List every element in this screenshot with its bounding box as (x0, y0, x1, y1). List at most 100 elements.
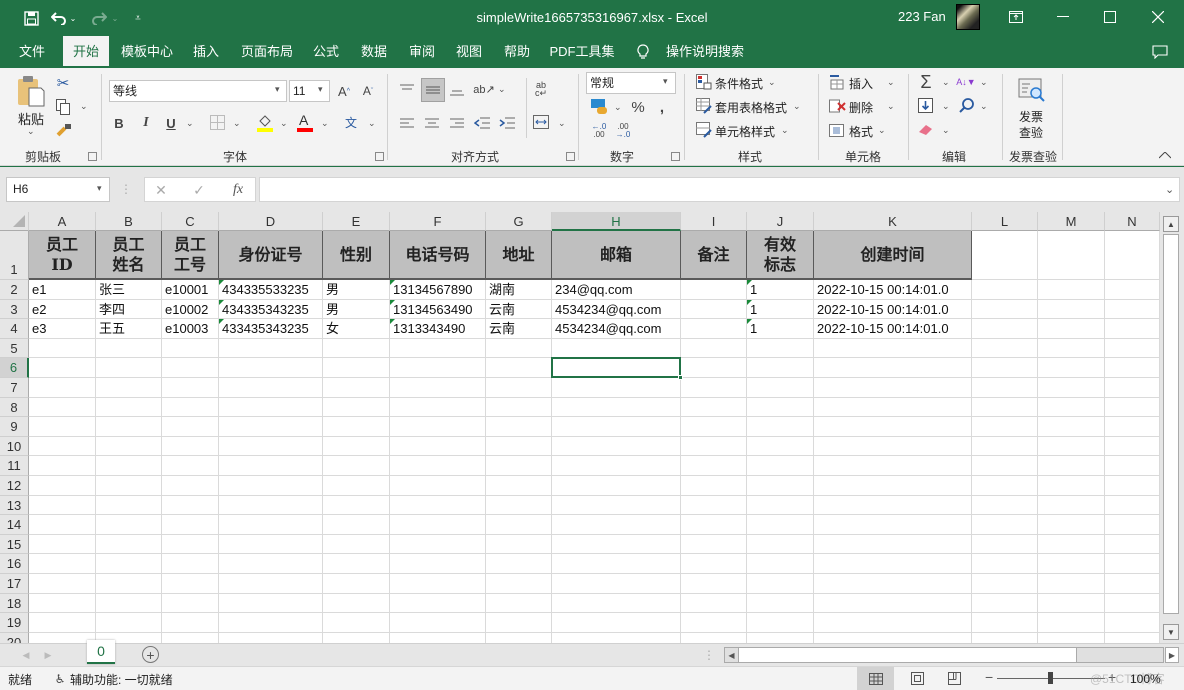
page-break-view-icon[interactable] (936, 667, 973, 690)
worksheet-grid[interactable]: A B C D E F G H I J K L M N 1 员工 ID 员工 姓名 员工 工号 身份证号 性别 电话号码… (0, 212, 1160, 643)
row-header-9[interactable]: 9 (0, 417, 29, 437)
cell[interactable] (1105, 299, 1160, 320)
cell[interactable] (390, 378, 486, 398)
cell[interactable] (390, 358, 486, 378)
cell[interactable] (486, 436, 552, 457)
header-cell[interactable]: 创建时间 (814, 231, 972, 280)
cell[interactable] (390, 574, 486, 594)
cell[interactable] (486, 554, 552, 574)
alignment-launcher-icon[interactable] (566, 152, 575, 161)
cell[interactable] (681, 515, 747, 535)
cell-styles-dropdown-icon[interactable]: ⌄ (781, 125, 789, 136)
cell[interactable] (681, 456, 747, 476)
cell[interactable] (681, 554, 747, 574)
table-cell[interactable]: 王五 (96, 319, 162, 339)
formula-input[interactable] (259, 177, 1180, 202)
column-header-j[interactable]: J (747, 212, 814, 231)
row-header-4[interactable]: 4 (0, 319, 29, 339)
align-center-icon[interactable] (423, 115, 441, 131)
text-number-warning-icon[interactable] (747, 319, 752, 325)
cell[interactable] (29, 456, 96, 476)
invoice-check-button-line1[interactable]: 发票 (1019, 108, 1043, 125)
cell[interactable] (1038, 574, 1105, 594)
cell[interactable] (1105, 554, 1160, 574)
underline-button[interactable]: U (164, 114, 178, 132)
cell[interactable] (681, 495, 747, 516)
row-header-6[interactable]: 6 (0, 358, 29, 378)
cell[interactable] (972, 436, 1038, 457)
column-header-m[interactable]: M (1038, 212, 1105, 231)
column-header-a[interactable]: A (29, 212, 96, 231)
tab-formulas[interactable]: 公式 (306, 36, 346, 68)
find-select-icon[interactable] (959, 98, 975, 114)
cell[interactable] (552, 515, 681, 535)
cell[interactable] (747, 495, 814, 516)
text-number-warning-icon[interactable] (390, 299, 395, 305)
invoice-check-icon[interactable] (1018, 78, 1046, 104)
cell[interactable] (219, 495, 323, 516)
cell[interactable] (814, 495, 972, 516)
cell[interactable] (681, 632, 747, 643)
cell[interactable] (1038, 476, 1105, 496)
cell[interactable] (96, 358, 162, 378)
cell[interactable] (162, 554, 219, 574)
orientation-dropdown-icon[interactable]: ⌄ (498, 84, 506, 95)
autosum-dropdown-icon[interactable]: ⌄ (942, 77, 950, 88)
row-header-5[interactable]: 5 (0, 338, 29, 359)
cell[interactable] (162, 476, 219, 496)
cell[interactable] (96, 534, 162, 555)
cell[interactable] (972, 280, 1038, 300)
cell[interactable] (747, 554, 814, 574)
cut-icon[interactable]: ✂ (54, 74, 72, 92)
table-cell[interactable]: 13134563490 (390, 299, 486, 320)
cell[interactable] (1105, 456, 1160, 476)
new-sheet-button[interactable]: + (142, 646, 159, 663)
cell[interactable] (814, 397, 972, 418)
tab-pdf-tools[interactable]: PDF工具集 (545, 36, 619, 68)
cell[interactable] (552, 574, 681, 594)
cell[interactable] (972, 476, 1038, 496)
cell[interactable] (219, 593, 323, 614)
cell[interactable] (323, 632, 390, 643)
cell[interactable] (552, 593, 681, 614)
name-box-dropdown-icon[interactable]: ▾ (97, 183, 102, 194)
format-cells-button[interactable]: 格式 (849, 123, 873, 140)
table-cell[interactable]: 4534234@qq.com (552, 299, 681, 320)
column-header-f[interactable]: F (390, 212, 486, 231)
fill-handle[interactable] (678, 375, 683, 380)
cell[interactable] (219, 554, 323, 574)
format-as-table-dropdown-icon[interactable]: ⌄ (793, 101, 801, 112)
cell[interactable] (162, 515, 219, 535)
insert-cells-button[interactable]: 插入 (849, 75, 873, 92)
cell[interactable] (552, 554, 681, 574)
row-header-3[interactable]: 3 (0, 299, 29, 320)
sheet-tab-0[interactable]: 0 (87, 640, 115, 664)
cell[interactable] (96, 338, 162, 359)
font-size-dropdown-icon[interactable]: ▾ (318, 84, 323, 95)
next-sheet-icon[interactable]: ▶ (42, 647, 54, 663)
cell[interactable] (29, 515, 96, 535)
tab-insert[interactable]: 插入 (186, 36, 226, 68)
cell[interactable] (390, 436, 486, 457)
cell[interactable] (814, 476, 972, 496)
font-name-select[interactable]: 等线 (109, 80, 287, 102)
phonetic-dropdown-icon[interactable]: ⌄ (368, 118, 376, 129)
cell[interactable] (814, 378, 972, 398)
borders-dropdown-icon[interactable]: ⌄ (233, 118, 241, 129)
cell[interactable] (814, 632, 972, 643)
header-cell[interactable]: 电话号码 (390, 231, 486, 280)
cell[interactable] (747, 397, 814, 418)
cell[interactable] (486, 476, 552, 496)
cell[interactable] (1105, 338, 1160, 359)
cell[interactable] (747, 574, 814, 594)
cell[interactable] (747, 358, 814, 378)
table-cell[interactable]: 1 (747, 319, 814, 339)
underline-dropdown-icon[interactable]: ⌄ (186, 118, 194, 129)
cell[interactable] (972, 593, 1038, 614)
cell[interactable] (1038, 358, 1105, 378)
borders-icon[interactable] (209, 114, 225, 130)
row-header-16[interactable]: 16 (0, 554, 29, 574)
header-cell[interactable]: 地址 (486, 231, 552, 280)
table-cell[interactable]: 4534234@qq.com (552, 319, 681, 339)
row-header-17[interactable]: 17 (0, 574, 29, 594)
